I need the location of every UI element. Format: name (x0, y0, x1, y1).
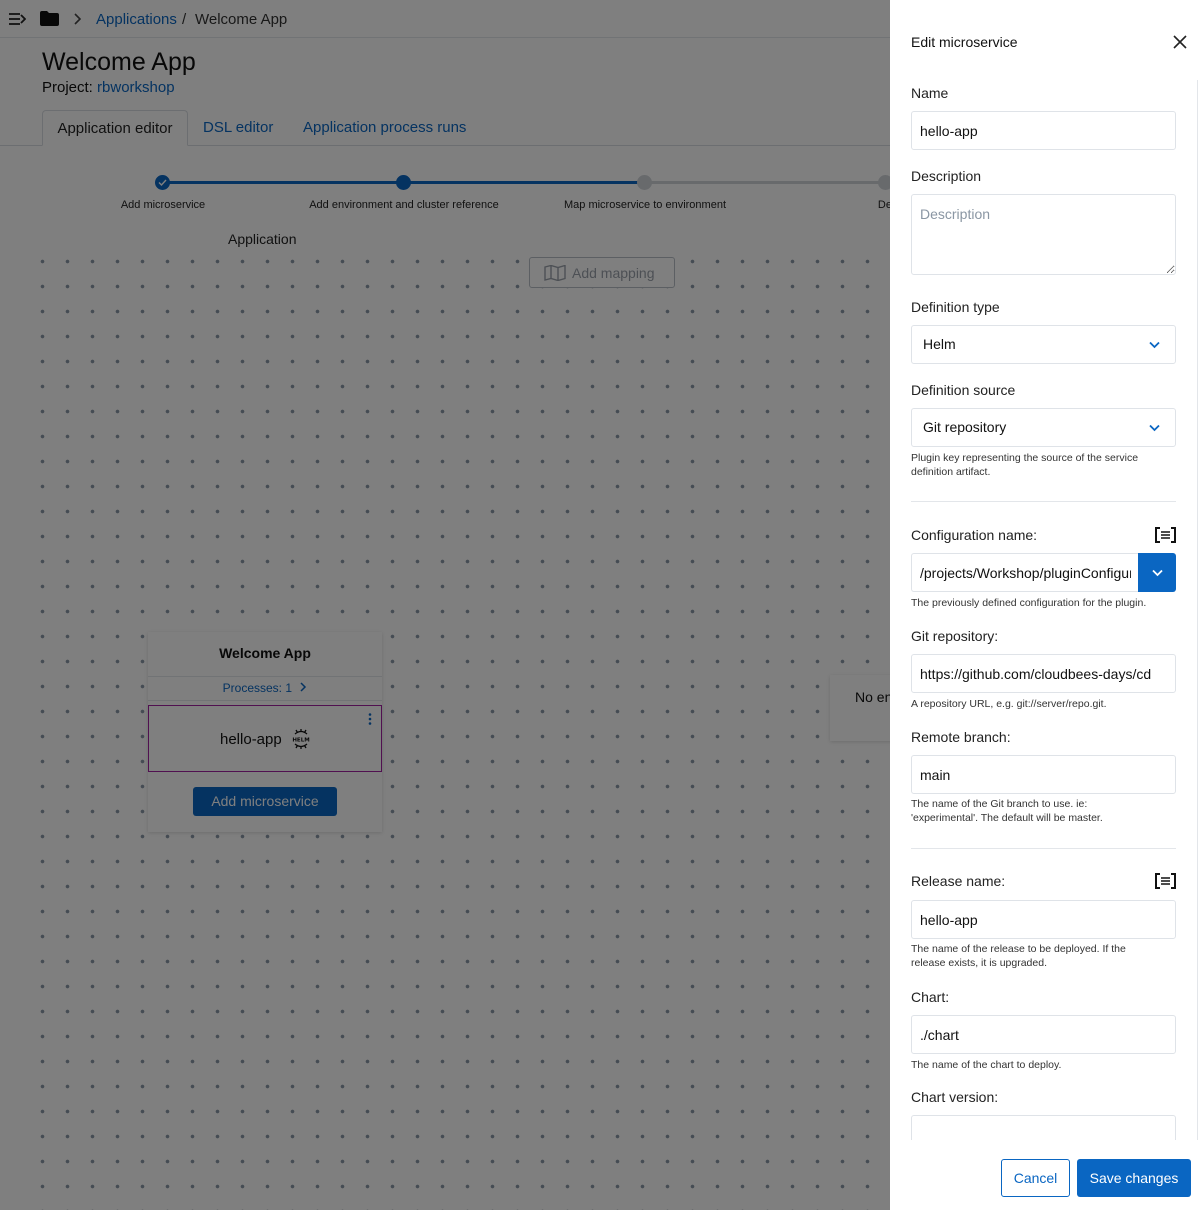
configuration-name-dropdown-button[interactable] (1138, 553, 1176, 592)
definition-source-label: Definition source (911, 382, 1016, 398)
chart-input[interactable] (911, 1015, 1176, 1054)
drawer-footer: Cancel Save changes (890, 1140, 1199, 1210)
cancel-button[interactable]: Cancel (1001, 1159, 1070, 1197)
git-repository-help: A repository URL, e.g. git://server/repo… (911, 698, 1107, 710)
definition-type-value: Helm (923, 336, 956, 352)
modal-overlay[interactable] (0, 0, 890, 1210)
release-name-help: The name of the release to be deployed. … (911, 943, 1126, 969)
section-divider (911, 501, 1176, 502)
name-label: Name (911, 85, 949, 101)
close-icon[interactable] (1173, 35, 1187, 49)
chart-label: Chart: (911, 989, 950, 1005)
remote-branch-label: Remote branch: (911, 729, 1011, 745)
chart-help: The name of the chart to deploy. (911, 1059, 1062, 1071)
chevron-down-icon (1149, 341, 1160, 349)
remote-branch-input[interactable] (911, 755, 1176, 794)
description-textarea[interactable] (911, 194, 1176, 275)
definition-source-value: Git repository (923, 419, 1007, 435)
definition-source-select[interactable]: Git repository (911, 408, 1176, 447)
chevron-down-icon (1149, 424, 1160, 432)
chevron-down-icon (1152, 569, 1163, 577)
drawer-scrollbar[interactable] (1197, 80, 1198, 1140)
configuration-name-combobox (911, 553, 1176, 592)
drawer-title: Edit microservice (911, 34, 1018, 50)
section-divider (911, 848, 1176, 849)
definition-type-label: Definition type (911, 299, 1000, 315)
definition-type-select[interactable]: Helm (911, 325, 1176, 364)
chart-version-label: Chart version: (911, 1089, 999, 1105)
edit-microservice-drawer: Edit microservice Name Description Defin… (890, 0, 1199, 1210)
configuration-name-input[interactable] (911, 553, 1139, 592)
name-input[interactable] (911, 111, 1176, 150)
git-repository-label: Git repository: (911, 628, 999, 644)
remote-branch-help: The name of the Git branch to use. ie: '… (911, 798, 1103, 824)
save-changes-button[interactable]: Save changes (1077, 1159, 1191, 1197)
git-repository-input[interactable] (911, 654, 1176, 693)
configuration-name-label: Configuration name: (911, 527, 1038, 543)
release-name-label: Release name: (911, 873, 1006, 889)
expression-editor-icon[interactable] (1155, 527, 1176, 543)
release-name-input[interactable] (911, 900, 1176, 939)
definition-source-help: Plugin key representing the source of th… (911, 452, 1139, 478)
expression-editor-icon[interactable] (1155, 873, 1176, 889)
configuration-name-help: The previously defined configuration for… (911, 597, 1147, 609)
description-label: Description (911, 168, 982, 184)
